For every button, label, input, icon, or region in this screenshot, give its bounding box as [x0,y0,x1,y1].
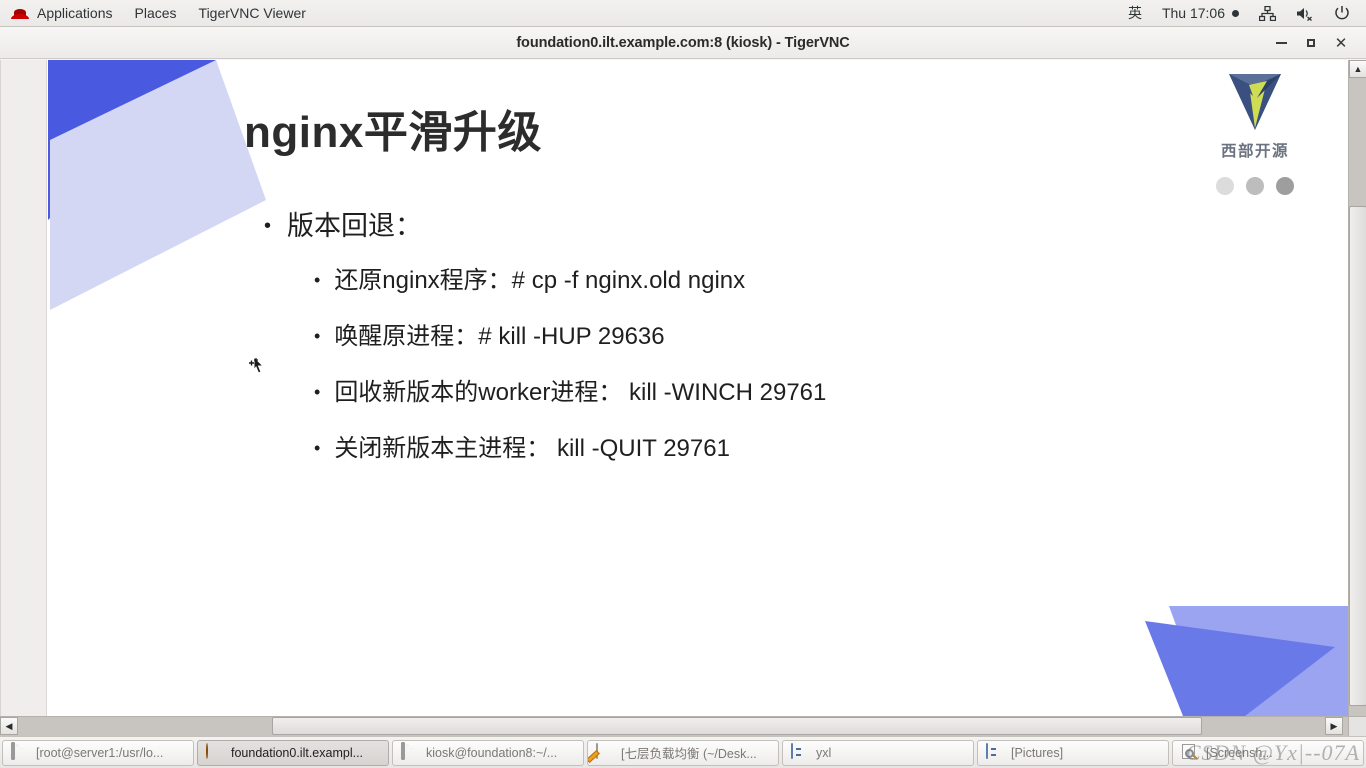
taskbar-item-terminal-kiosk[interactable]: kiosk@foundation8:~/... [392,739,584,766]
taskbar-item-label: yxl [816,745,832,760]
close-button[interactable]: ✕ [1326,27,1356,59]
top-bar-status-area: 英 Thu 17:06 [1118,0,1366,27]
presentation-slide: nginx平滑升级 西部开源 • 版本回退： • 还原nginx程序：# cp … [48,60,1348,716]
logo-dot-3 [1276,177,1294,195]
places-menu-label: Places [134,4,177,21]
slide-bullet-list: • 版本回退： • 还原nginx程序：# cp -f nginx.old ng… [264,208,1244,489]
taskbar-item-label: foundation0.ilt.exampl... [231,745,364,760]
bullet-marker: • [264,215,272,237]
window-list-taskbar: [root@server1:/usr/lo... foundation0.ilt… [0,736,1366,768]
volume-indicator[interactable] [1286,0,1324,27]
redhat-icon [11,6,29,20]
bullet-marker: • [314,438,321,458]
taskbar-item-label: [七层负载均衡 (~/Desk... [621,747,757,761]
horizontal-scrollbar[interactable]: ◀ ▶ [0,716,1348,736]
bullet-marker: • [314,382,321,402]
chevron-left-icon: ◀ [5,720,13,731]
taskbar-item-tigervnc[interactable]: foundation0.ilt.exampl... [197,739,389,766]
vertical-scrollbar[interactable]: ▲ [1348,60,1366,716]
gnome-top-bar: Applications Places TigerVNC Viewer 英 Th… [0,0,1366,27]
power-icon [1335,6,1349,20]
chevron-right-icon: ▶ [1330,720,1338,731]
power-menu[interactable] [1324,0,1360,27]
scroll-left-button[interactable]: ◀ [0,717,18,735]
vertical-scrollbar-thumb[interactable] [1349,206,1366,706]
volume-muted-icon [1297,7,1312,21]
slide-left-gutter [1,60,47,716]
taskbar-item-label: [Screensh... [1206,745,1273,760]
bullet-level2: • 回收新版本的worker进程： kill -WINCH 29761 [314,377,1244,408]
file-manager-icon [986,742,1004,762]
logo-dots [1207,177,1303,195]
logo-dot-1 [1216,177,1234,195]
bullet-level2: • 关闭新版本主进程： kill -QUIT 29761 [314,433,1244,464]
top-bar-left-menus: Applications Places TigerVNC Viewer [0,0,317,27]
taskbar-item-screenshot[interactable]: [Screensh... [1172,739,1364,766]
input-method-indicator[interactable]: 英 [1118,0,1152,27]
clock[interactable]: Thu 17:06 [1152,0,1249,27]
network-icon [1259,5,1276,21]
text-editor-icon [596,742,614,762]
close-icon: ✕ [1334,35,1348,52]
bullet-level2: • 还原nginx程序：# cp -f nginx.old nginx [314,265,1244,296]
logo-dot-2 [1246,177,1264,195]
taskbar-item-label: kiosk@foundation8:~/... [426,745,558,760]
company-logo-icon [1229,74,1281,130]
tigervnc-viewer-menu-label: TigerVNC Viewer [198,4,306,21]
scrollbar-corner [1348,716,1366,736]
bullet-marker: • [314,326,321,346]
terminal-icon [401,741,419,762]
horizontal-scrollbar-thumb[interactable] [272,717,1202,735]
input-method-label: 英 [1127,5,1142,21]
terminal-icon [11,741,29,762]
chevron-up-icon: ▲ [1353,63,1363,74]
bullet-level2: • 唤醒原进程：# kill -HUP 29636 [314,321,1244,352]
vnc-remote-desktop-viewport[interactable]: nginx平滑升级 西部开源 • 版本回退： • 还原nginx程序：# cp … [0,60,1366,736]
slide-title: nginx平滑升级 [244,108,542,157]
slide-sub-bullet-list: • 还原nginx程序：# cp -f nginx.old nginx • 唤醒… [314,265,1244,464]
window-title: foundation0.ilt.example.com:8 (kiosk) - … [516,34,850,51]
applications-menu[interactable]: Applications [0,0,124,27]
taskbar-item-files-pictures[interactable]: [Pictures] [977,739,1169,766]
presentation-slide-area: nginx平滑升级 西部开源 • 版本回退： • 还原nginx程序：# cp … [0,60,1348,716]
taskbar-item-text-editor[interactable]: [七层负载均衡 (~/Desk... [587,739,779,766]
minimize-button[interactable] [1266,27,1296,59]
bullet-level1-text: 版本回退： [287,211,423,241]
bullet-level1: • 版本回退： [264,208,1244,244]
bullet-level2-text: 唤醒原进程：# kill -HUP 29636 [334,323,665,350]
tigervnc-window: foundation0.ilt.example.com:8 (kiosk) - … [0,27,1366,736]
bullet-level2-text: 关闭新版本主进程： kill -QUIT 29761 [334,435,730,462]
notification-dot-icon [1232,9,1239,17]
taskbar-item-label: [root@server1:/usr/lo... [36,745,164,760]
maximize-button[interactable] [1296,27,1326,59]
applications-menu-label: Applications [37,4,113,21]
tigervnc-icon [206,742,224,762]
taskbar-item-terminal-server1[interactable]: [root@server1:/usr/lo... [2,739,194,766]
company-logo-block: 西部开源 [1207,68,1303,195]
taskbar-item-files-yxl[interactable]: yxl [782,739,974,766]
taskbar-item-label: [Pictures] [1011,745,1064,760]
scroll-right-button[interactable]: ▶ [1325,717,1343,735]
screenshot-icon [1181,743,1199,762]
tigervnc-viewer-menu[interactable]: TigerVNC Viewer [188,0,317,27]
places-menu[interactable]: Places [124,0,188,27]
company-logo-text: 西部开源 [1220,143,1289,160]
scroll-up-button[interactable]: ▲ [1349,60,1366,78]
window-title-bar[interactable]: foundation0.ilt.example.com:8 (kiosk) - … [0,27,1366,59]
file-manager-icon [791,742,809,762]
clock-label: Thu 17:06 [1161,5,1225,21]
bullet-level2-text: 回收新版本的worker进程： kill -WINCH 29761 [334,379,827,406]
window-controls: ✕ [1266,27,1356,59]
bullet-marker: • [314,270,321,290]
bullet-level2-text: 还原nginx程序：# cp -f nginx.old nginx [334,267,746,294]
network-indicator[interactable] [1249,0,1286,27]
